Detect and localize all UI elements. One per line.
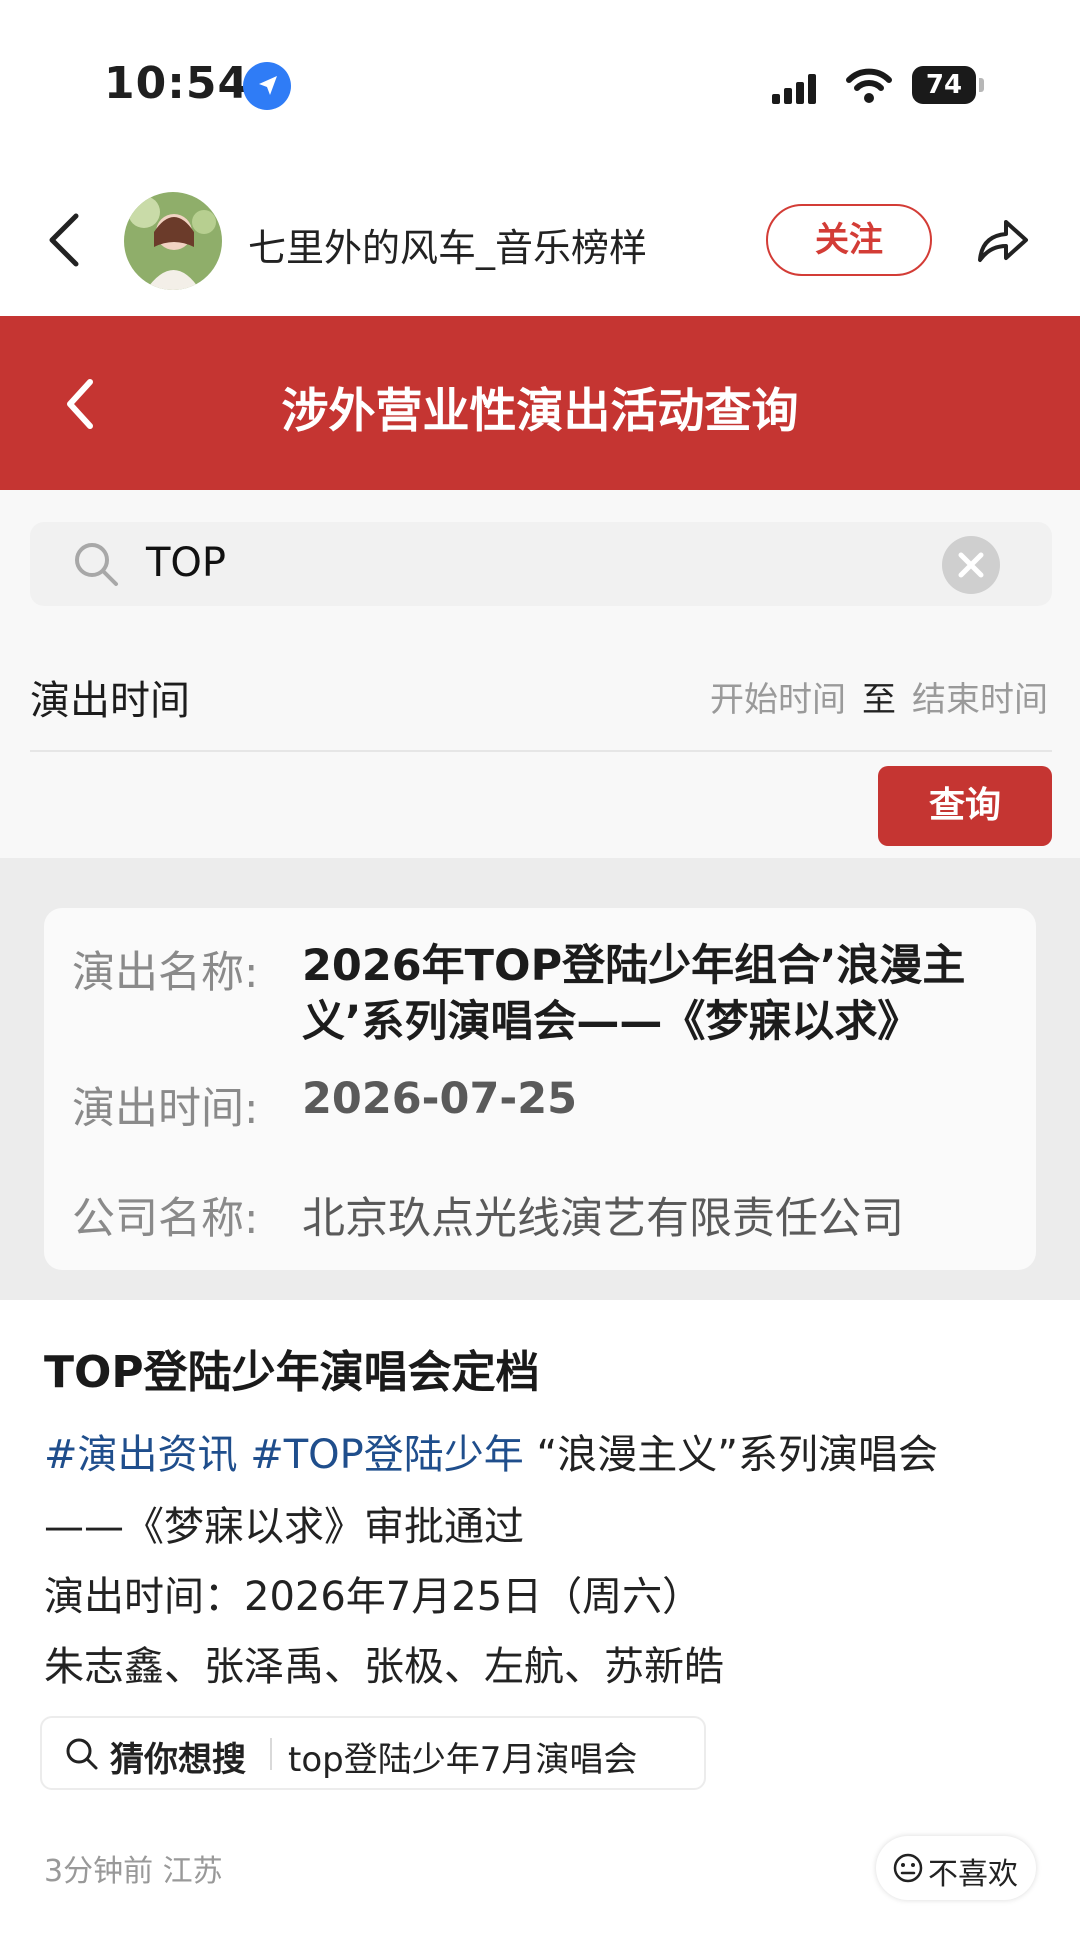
status-time: 10:54 bbox=[104, 58, 250, 109]
author-name[interactable]: 七里外的风车_音乐榜样 bbox=[248, 217, 647, 272]
share-icon[interactable] bbox=[972, 210, 1032, 270]
post-line-2: ——《梦寐以求》审批通过 bbox=[44, 1504, 524, 1550]
smile-face-icon bbox=[893, 1853, 923, 1883]
result-time-label: 演出时间: bbox=[72, 1084, 259, 1134]
avatar[interactable] bbox=[124, 192, 222, 290]
back-chevron-icon[interactable] bbox=[40, 210, 90, 270]
battery-level: 74 bbox=[925, 70, 963, 100]
post-line-4: 朱志鑫、张泽禹、张极、左航、苏新皓 bbox=[44, 1644, 724, 1690]
divider bbox=[30, 750, 1052, 752]
result-company-value: 北京玖点光线演艺有限责任公司 bbox=[302, 1194, 904, 1244]
post-text: “浪漫主义”系列演唱会 bbox=[523, 1432, 938, 1478]
hashtag-link[interactable]: #演出资讯 bbox=[44, 1432, 238, 1478]
time-filter-end: 结束时间 bbox=[912, 680, 1048, 720]
wifi-icon bbox=[846, 68, 892, 103]
search-value: TOP bbox=[146, 540, 227, 586]
signal-icon bbox=[772, 74, 816, 104]
time-filter-label: 演出时间 bbox=[30, 678, 190, 724]
result-company-label: 公司名称: bbox=[72, 1194, 259, 1244]
location-arrow-icon bbox=[243, 62, 291, 110]
result-name-label: 演出名称: bbox=[72, 948, 259, 998]
result-time-value: 2026-07-25 bbox=[302, 1074, 578, 1124]
search-icon bbox=[75, 543, 118, 586]
guess-search-query[interactable]: top登陆少年7月演唱会 bbox=[288, 1732, 637, 1781]
post-line-3: 演出时间：2026年7月25日（周六） bbox=[44, 1574, 703, 1620]
follow-button[interactable]: 关注 bbox=[766, 204, 932, 276]
guess-search-label: 猜你想搜 bbox=[110, 1740, 246, 1780]
banner-title: 涉外营业性演出活动查询 bbox=[281, 384, 799, 439]
post-meta: 3分钟前 江苏 bbox=[44, 1854, 223, 1889]
post-line-1: #演出资讯 #TOP登陆少年 “浪漫主义”系列演唱会 bbox=[44, 1422, 938, 1480]
result-name-value: 2026年TOP登陆少年组合’浪漫主义’系列演唱会——《梦寐以求》 bbox=[302, 941, 966, 1047]
post-title: TOP登陆少年演唱会定档 bbox=[44, 1347, 540, 1398]
guess-separator bbox=[270, 1738, 272, 1770]
time-filter-separator: 至 bbox=[862, 680, 896, 720]
query-button: 查询 bbox=[878, 766, 1052, 846]
battery-icon: 74 bbox=[912, 66, 984, 104]
hashtag-link[interactable]: #TOP登陆少年 bbox=[250, 1432, 524, 1478]
clear-icon bbox=[942, 536, 1000, 594]
dislike-label[interactable]: 不喜欢 bbox=[928, 1849, 1018, 1893]
search-icon bbox=[66, 1738, 98, 1770]
time-filter-start: 开始时间 bbox=[710, 680, 846, 720]
